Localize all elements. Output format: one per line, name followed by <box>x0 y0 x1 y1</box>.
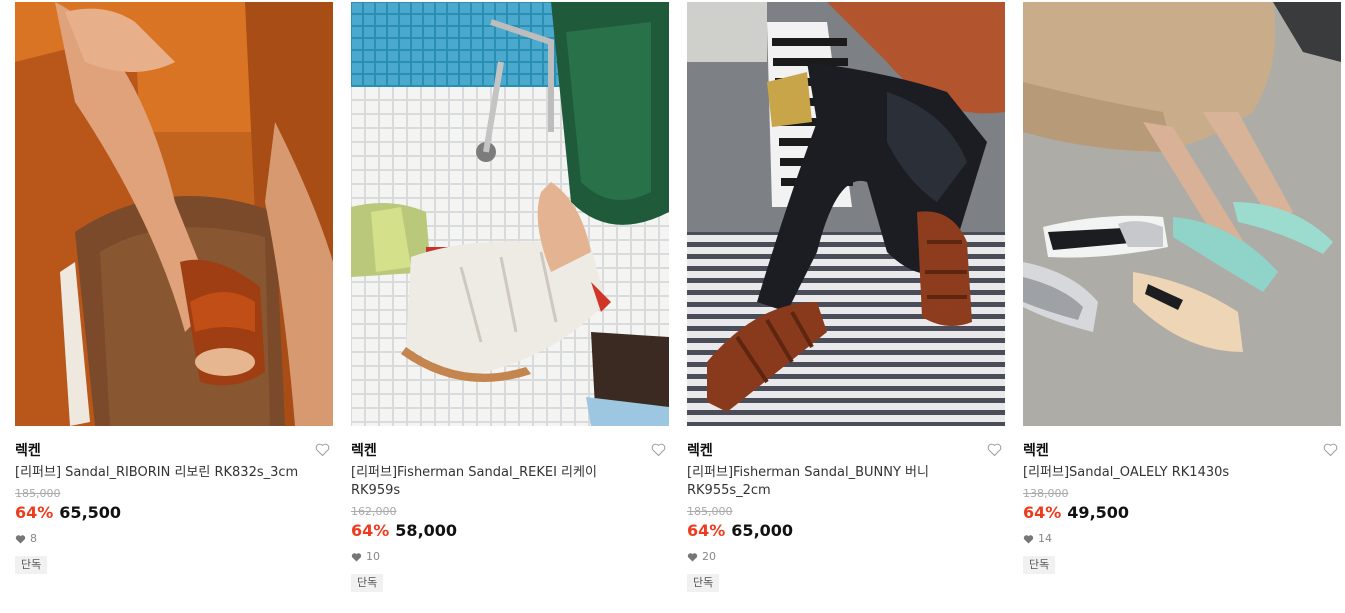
product-photo-white-fisherman-sandal <box>351 2 669 426</box>
heart-outline-icon[interactable] <box>650 441 667 458</box>
like-count: 20 <box>702 550 716 563</box>
original-price: 138,000 <box>1023 487 1069 500</box>
product-card[interactable]: 렉켄 [리퍼브] Sandal_RIBORIN 리보린 RK832s_3cm 1… <box>15 2 333 574</box>
brand-name[interactable]: 렉켄 <box>1023 443 1049 459</box>
brand-name[interactable]: 렉켄 <box>15 443 41 459</box>
product-image[interactable] <box>1023 2 1341 426</box>
like-count: 14 <box>1038 532 1052 545</box>
exclusive-badge: 단독 <box>1023 556 1056 574</box>
product-image[interactable] <box>351 2 669 426</box>
like-count: 10 <box>366 550 380 563</box>
discount-rate: 64% <box>1023 503 1062 522</box>
brand-row: 렉켄 <box>15 440 333 460</box>
sale-price: 49,500 <box>1067 503 1130 522</box>
product-card[interactable]: 렉켄 [리퍼브]Fisherman Sandal_REKEI 리케이 RK959… <box>351 2 669 592</box>
heart-outline-icon[interactable] <box>986 441 1003 458</box>
price-row: 64% 49,500 <box>1023 502 1341 524</box>
exclusive-badge: 단독 <box>351 574 384 592</box>
product-image[interactable] <box>15 2 333 426</box>
exclusive-badge: 단독 <box>15 556 48 574</box>
product-title[interactable]: [리퍼브]Fisherman Sandal_REKEI 리케이 RK959s <box>351 464 641 500</box>
price-row: 64% 58,000 <box>351 520 669 542</box>
original-price: 185,000 <box>687 505 733 518</box>
original-price: 185,000 <box>15 487 61 500</box>
discount-rate: 64% <box>687 521 726 540</box>
brand-name[interactable]: 렉켄 <box>351 443 377 459</box>
heart-outline-icon[interactable] <box>314 441 331 458</box>
discount-rate: 64% <box>351 521 390 540</box>
price-row: 64% 65,500 <box>15 502 333 524</box>
product-title[interactable]: [리퍼브]Sandal_OALELY RK1430s <box>1023 464 1313 482</box>
product-title[interactable]: [리퍼브]Fisherman Sandal_BUNNY 버니 RK955s_2c… <box>687 464 977 500</box>
heart-filled-icon <box>687 553 698 562</box>
like-count-row: 14 <box>1023 532 1341 546</box>
sale-price: 58,000 <box>395 521 458 540</box>
brand-row: 렉켄 <box>1023 440 1341 460</box>
product-image[interactable] <box>687 2 1005 426</box>
product-title[interactable]: [리퍼브] Sandal_RIBORIN 리보린 RK832s_3cm <box>15 464 305 482</box>
brand-name[interactable]: 렉켄 <box>687 443 713 459</box>
heart-filled-icon <box>1023 535 1034 544</box>
like-count-row: 20 <box>687 550 1005 564</box>
like-count-row: 8 <box>15 532 333 546</box>
exclusive-badge: 단독 <box>687 574 720 592</box>
price-row: 64% 65,000 <box>687 520 1005 542</box>
sale-price: 65,500 <box>59 503 122 522</box>
product-card[interactable]: 렉켄 [리퍼브]Fisherman Sandal_BUNNY 버니 RK955s… <box>687 2 1005 592</box>
product-photo-mint-toe-ring-sandal <box>1023 2 1341 426</box>
heart-filled-icon <box>15 535 26 544</box>
product-photo-orange-sandal <box>15 2 333 426</box>
sale-price: 65,000 <box>731 521 794 540</box>
product-photo-brown-fisherman-sandal <box>687 2 1005 426</box>
like-count: 8 <box>30 532 37 545</box>
brand-row: 렉켄 <box>351 440 669 460</box>
like-count-row: 10 <box>351 550 669 564</box>
heart-filled-icon <box>351 553 362 562</box>
product-card[interactable]: 렉켄 [리퍼브]Sandal_OALELY RK1430s 138,000 64… <box>1023 2 1341 574</box>
original-price: 162,000 <box>351 505 397 518</box>
discount-rate: 64% <box>15 503 54 522</box>
brand-row: 렉켄 <box>687 440 1005 460</box>
heart-outline-icon[interactable] <box>1322 441 1339 458</box>
product-grid: 렉켄 [리퍼브] Sandal_RIBORIN 리보린 RK832s_3cm 1… <box>0 0 1345 613</box>
